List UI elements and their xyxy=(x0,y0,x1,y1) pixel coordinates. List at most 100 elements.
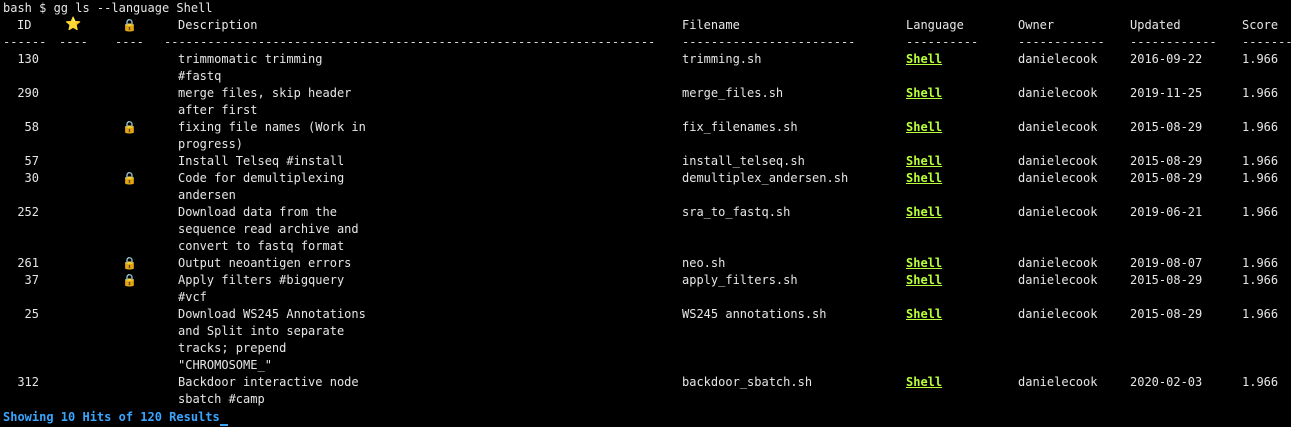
row-description: Download data from the sequence read arch… xyxy=(178,204,398,255)
row-description: Apply filters #bigquery #vcf xyxy=(178,272,398,306)
table-row: 30 🔒 Code for demultiplexing andersen demult… xyxy=(0,170,1291,204)
row-filename: WS245 annotations.sh xyxy=(682,307,827,321)
row-filename: sra_to_fastq.sh xyxy=(682,205,791,219)
row-filename: backdoor_sbatch.sh xyxy=(682,375,813,389)
lock-icon: 🔒 xyxy=(122,18,137,32)
row-updated: 2015-08-29 xyxy=(1130,273,1203,287)
row-language-link[interactable]: Shell xyxy=(906,255,942,272)
description-line: "CHROMOSOME_" xyxy=(178,358,272,372)
row-language-link[interactable]: Shell xyxy=(906,119,942,136)
row-updated: 2019-06-21 xyxy=(1130,205,1203,219)
header-score: Score xyxy=(1242,18,1279,32)
description-line: progress) xyxy=(178,137,244,151)
row-score: 1.966 xyxy=(1242,120,1279,134)
row-language-link[interactable]: Shell xyxy=(906,170,942,187)
description-line: convert to fastq format xyxy=(178,239,345,253)
row-language-link[interactable]: Shell xyxy=(906,306,942,323)
status-text: Showing 10 Hits of 120 Results xyxy=(3,410,220,424)
row-owner: danielecook xyxy=(1018,375,1098,389)
row-score: 1.966 xyxy=(1242,375,1279,389)
row-score: 1.966 xyxy=(1242,256,1279,270)
row-language-link[interactable]: Shell xyxy=(906,85,942,102)
row-id: 290 xyxy=(17,86,39,100)
row-id: 261 xyxy=(17,256,39,270)
row-description: Backdoor interactive node sbatch #camp xyxy=(178,374,398,408)
row-filename: install_telseq.sh xyxy=(682,154,805,168)
row-updated: 2016-09-22 xyxy=(1130,52,1203,66)
row-owner: danielecook xyxy=(1018,273,1098,287)
row-description: Output neoantigen errors xyxy=(178,255,398,272)
table-row: 290 merge files, skip header after first me… xyxy=(0,85,1291,119)
row-description: merge files, skip header after first xyxy=(178,85,398,119)
row-filename: trimming.sh xyxy=(682,52,762,66)
description-line: tracks; prepend xyxy=(178,341,287,355)
separator-updated: ------------ xyxy=(1130,35,1217,49)
row-description: Download WS245 Annotations and Split into… xyxy=(178,306,398,374)
separator-star: ---- xyxy=(59,35,88,49)
lock-icon: 🔒 xyxy=(122,120,137,134)
row-score: 1.966 xyxy=(1242,154,1279,168)
description-line: Download WS245 Annotations xyxy=(178,307,366,321)
row-owner: danielecook xyxy=(1018,205,1098,219)
row-language-link[interactable]: Shell xyxy=(906,272,942,289)
description-line: Install Telseq #install xyxy=(178,154,345,168)
description-line: #fastq xyxy=(178,69,222,83)
description-line: and Split into separate xyxy=(178,324,345,338)
description-line: trimmomatic trimming xyxy=(178,52,323,66)
table-row: 57 Install Telseq #install install_telseq.… xyxy=(0,153,1291,170)
description-line: fixing file names (Work in xyxy=(178,120,366,134)
status-line: Showing 10 Hits of 120 Results xyxy=(3,409,228,426)
row-description: Code for demultiplexing andersen xyxy=(178,170,398,204)
row-language-link[interactable]: Shell xyxy=(906,204,942,221)
row-language-link[interactable]: Shell xyxy=(906,153,942,170)
row-score: 1.966 xyxy=(1242,171,1279,185)
table-row: 252 Download data from the sequence read a… xyxy=(0,204,1291,255)
terminal-cursor xyxy=(219,424,228,426)
header-owner: Owner xyxy=(1018,18,1055,32)
row-filename: neo.sh xyxy=(682,256,726,270)
row-score: 1.966 xyxy=(1242,307,1279,321)
row-owner: danielecook xyxy=(1018,154,1098,168)
row-updated: 2015-08-29 xyxy=(1130,307,1203,321)
table-row: 25 Download WS245 Annotations and Split in… xyxy=(0,306,1291,374)
row-language-link[interactable]: Shell xyxy=(906,374,942,391)
row-id: 130 xyxy=(17,52,39,66)
row-owner: danielecook xyxy=(1018,307,1098,321)
row-filename: fix_filenames.sh xyxy=(682,120,798,134)
row-description: fixing file names (Work in progress) xyxy=(178,119,398,153)
separator-id: ------ xyxy=(3,35,47,49)
table-row: 312 Backdoor interactive node sbatch #camp… xyxy=(0,374,1291,408)
row-filename: merge_files.sh xyxy=(682,86,784,100)
table-row: 130 trimmomatic trimming #fastq trimming.sh… xyxy=(0,51,1291,85)
row-updated: 2019-11-25 xyxy=(1130,86,1203,100)
row-filename: apply_filters.sh xyxy=(682,273,798,287)
description-line: Apply filters #bigquery xyxy=(178,273,345,287)
description-line: after first xyxy=(178,103,258,117)
row-score: 1.966 xyxy=(1242,205,1279,219)
row-updated: 2015-08-29 xyxy=(1130,171,1203,185)
row-id: 37 xyxy=(24,273,39,287)
description-line: Download data from the xyxy=(178,205,337,219)
row-id: 58 xyxy=(24,120,39,134)
row-id: 252 xyxy=(17,205,39,219)
row-id: 30 xyxy=(24,171,39,185)
row-owner: danielecook xyxy=(1018,120,1098,134)
header-updated: Updated xyxy=(1130,18,1181,32)
separator-language: ---------- xyxy=(906,35,979,49)
table-row: 37 🔒 Apply filters #bigquery #vcf apply_filt… xyxy=(0,272,1291,306)
separator-score: ------- xyxy=(1242,35,1291,49)
command-prompt: bash $ gg ls --language Shell xyxy=(3,1,213,15)
row-score: 1.966 xyxy=(1242,273,1279,287)
header-filename: Filename xyxy=(682,18,740,32)
description-line: Backdoor interactive node xyxy=(178,375,359,389)
row-language-link[interactable]: Shell xyxy=(906,51,942,68)
row-id: 57 xyxy=(24,154,39,168)
star-icon: ⭐ xyxy=(65,17,82,32)
row-id: 312 xyxy=(17,375,39,389)
separator-lock: ---- xyxy=(115,35,144,49)
row-updated: 2015-08-29 xyxy=(1130,154,1203,168)
row-owner: danielecook xyxy=(1018,86,1098,100)
row-score: 1.966 xyxy=(1242,52,1279,66)
terminal-window[interactable]: bash $ gg ls --language Shell ID ⭐ 🔒 Des… xyxy=(0,0,1291,427)
lock-icon: 🔒 xyxy=(122,171,137,185)
